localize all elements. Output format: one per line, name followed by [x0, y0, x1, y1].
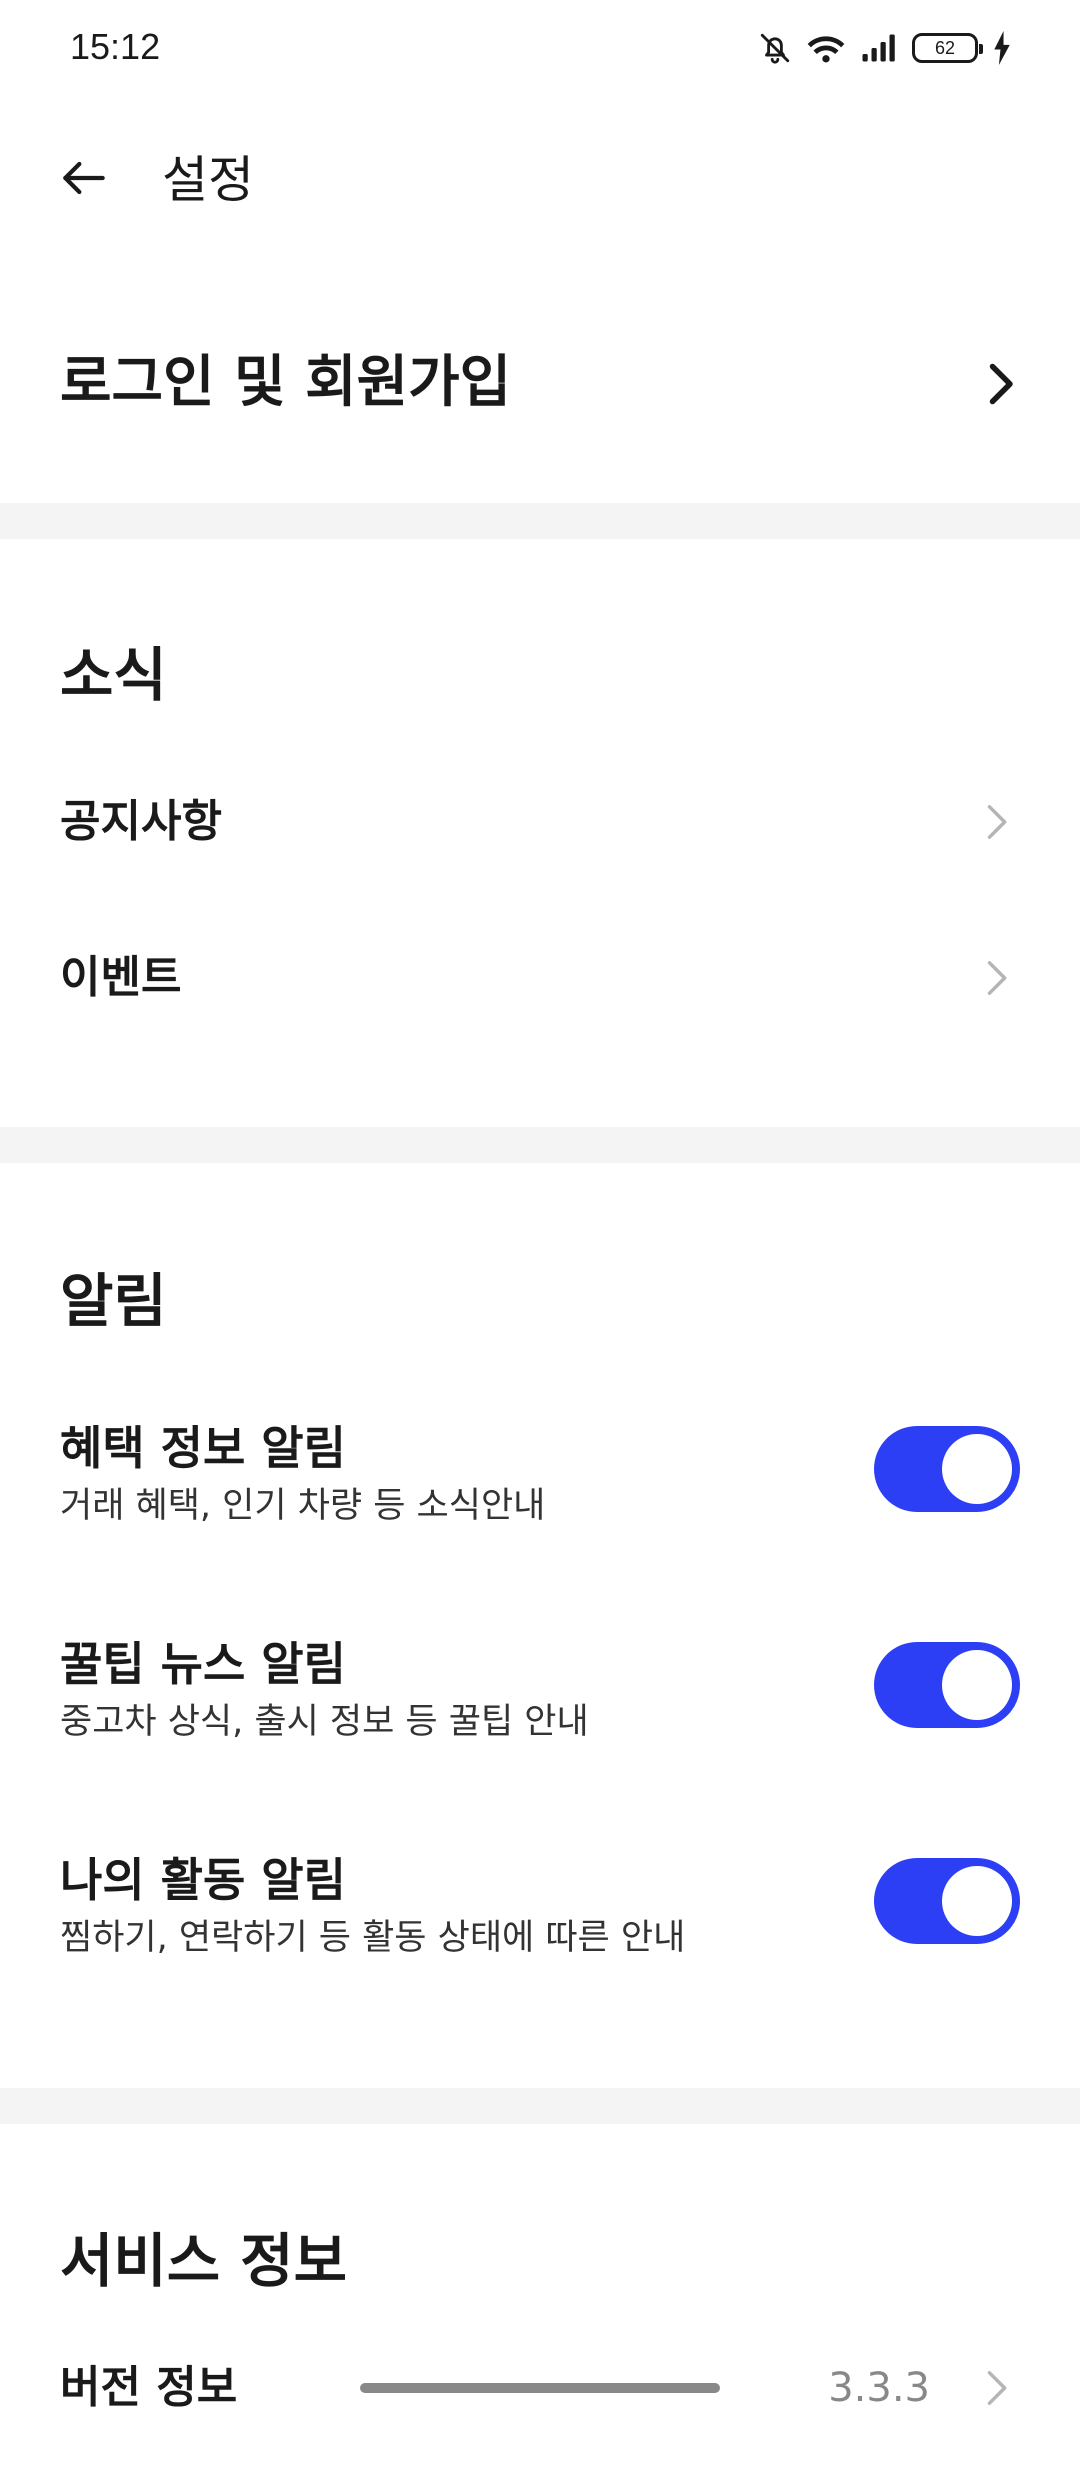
app-header: 설정 — [0, 128, 1080, 232]
wifi-icon — [806, 31, 846, 65]
version-info-row[interactable]: 버전 정보 3.3.3 — [0, 2360, 1080, 2480]
nav-row-event[interactable]: 이벤트 — [0, 908, 1080, 1048]
toggle-knob — [942, 1650, 1012, 1720]
home-indicator[interactable] — [360, 2383, 720, 2393]
chevron-right-icon — [970, 952, 1022, 1004]
charging-icon — [992, 31, 1012, 65]
chevron-right-icon — [970, 2362, 1022, 2414]
toggle-row-benefit: 혜택 정보 알림 거래 혜택, 인기 차량 등 소식안내 — [0, 1418, 1080, 1598]
login-signup-row[interactable]: 로그인 및 회원가입 — [0, 310, 1080, 460]
section-title-news: 소식 — [60, 641, 167, 709]
status-bar: 15:12 62 — [0, 0, 1080, 96]
toggle-title: 나의 활동 알림 — [60, 1853, 346, 1907]
toggle-knob — [942, 1866, 1012, 1936]
status-time: 15:12 — [70, 26, 161, 67]
toggle-title: 혜택 정보 알림 — [60, 1421, 346, 1475]
activity-toggle-switch[interactable] — [874, 1858, 1020, 1944]
bell-off-icon — [758, 31, 792, 65]
nav-label: 공지사항 — [60, 796, 222, 847]
signal-icon — [860, 33, 898, 63]
benefit-toggle-switch[interactable] — [874, 1426, 1020, 1512]
toggle-row-tips: 꿀팁 뉴스 알림 중고차 상식, 출시 정보 등 꿀팁 안내 — [0, 1634, 1080, 1814]
section-title-service-info: 서비스 정보 — [60, 2227, 347, 2295]
version-value: 3.3.3 — [828, 2365, 930, 2411]
chevron-right-icon — [970, 354, 1030, 414]
toggle-description: 중고차 상식, 출시 정보 등 꿀팁 안내 — [60, 1702, 589, 1742]
toggle-title: 꿀팁 뉴스 알림 — [60, 1637, 346, 1691]
section-title-notifications: 알림 — [60, 1267, 167, 1335]
section-divider — [0, 2088, 1080, 2124]
tips-toggle-switch[interactable] — [874, 1642, 1020, 1728]
chevron-right-icon — [970, 796, 1022, 848]
section-divider — [0, 503, 1080, 539]
nav-row-notice[interactable]: 공지사항 — [0, 752, 1080, 892]
login-signup-label: 로그인 및 회원가입 — [60, 350, 512, 415]
version-label: 버전 정보 — [60, 2362, 238, 2413]
back-button[interactable] — [52, 148, 116, 212]
nav-label: 이벤트 — [60, 952, 182, 1003]
battery-icon: 62 — [912, 33, 983, 63]
toggle-knob — [942, 1434, 1012, 1504]
page-title: 설정 — [162, 151, 254, 209]
toggle-description: 거래 혜택, 인기 차량 등 소식안내 — [60, 1486, 546, 1526]
toggle-row-activity: 나의 활동 알림 찜하기, 연락하기 등 활동 상태에 따른 안내 — [0, 1850, 1080, 2030]
arrow-left-icon — [56, 150, 112, 210]
toggle-description: 찜하기, 연락하기 등 활동 상태에 따른 안내 — [60, 1918, 686, 1958]
section-divider — [0, 1127, 1080, 1163]
status-icons: 62 — [758, 28, 1012, 68]
